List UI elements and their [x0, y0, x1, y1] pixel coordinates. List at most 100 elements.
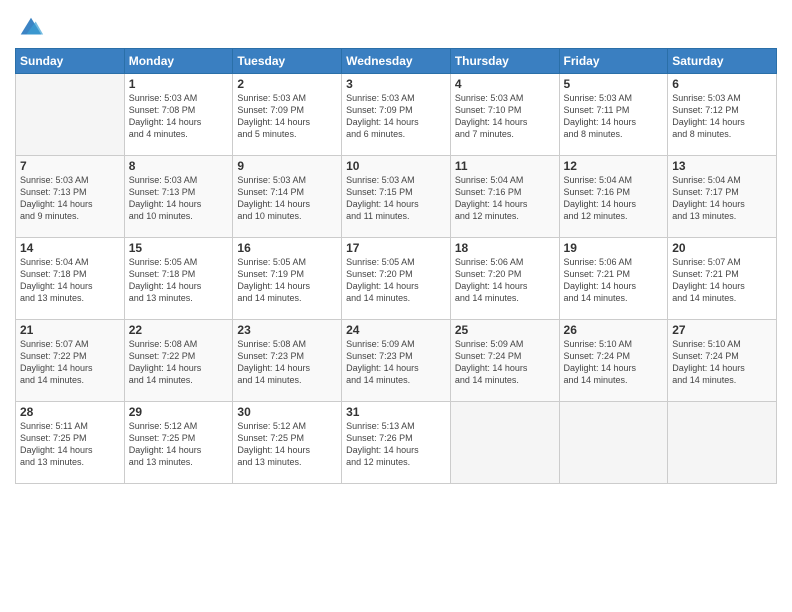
calendar-day-header: Sunday	[16, 49, 125, 74]
day-number: 15	[129, 241, 229, 255]
day-info: Sunrise: 5:04 AMSunset: 7:16 PMDaylight:…	[564, 174, 664, 223]
calendar-day-header: Saturday	[668, 49, 777, 74]
calendar-day-cell: 12Sunrise: 5:04 AMSunset: 7:16 PMDayligh…	[559, 156, 668, 238]
day-number: 19	[564, 241, 664, 255]
calendar-day-header: Tuesday	[233, 49, 342, 74]
day-number: 5	[564, 77, 664, 91]
calendar-day-cell: 26Sunrise: 5:10 AMSunset: 7:24 PMDayligh…	[559, 320, 668, 402]
day-info: Sunrise: 5:05 AMSunset: 7:18 PMDaylight:…	[129, 256, 229, 305]
calendar-day-cell: 13Sunrise: 5:04 AMSunset: 7:17 PMDayligh…	[668, 156, 777, 238]
day-number: 2	[237, 77, 337, 91]
calendar-day-cell: 8Sunrise: 5:03 AMSunset: 7:13 PMDaylight…	[124, 156, 233, 238]
day-number: 21	[20, 323, 120, 337]
calendar-day-cell: 23Sunrise: 5:08 AMSunset: 7:23 PMDayligh…	[233, 320, 342, 402]
day-number: 8	[129, 159, 229, 173]
day-info: Sunrise: 5:03 AMSunset: 7:11 PMDaylight:…	[564, 92, 664, 141]
day-number: 18	[455, 241, 555, 255]
day-info: Sunrise: 5:07 AMSunset: 7:22 PMDaylight:…	[20, 338, 120, 387]
calendar-day-header: Wednesday	[342, 49, 451, 74]
day-info: Sunrise: 5:04 AMSunset: 7:16 PMDaylight:…	[455, 174, 555, 223]
day-number: 24	[346, 323, 446, 337]
day-number: 11	[455, 159, 555, 173]
day-info: Sunrise: 5:06 AMSunset: 7:20 PMDaylight:…	[455, 256, 555, 305]
day-number: 13	[672, 159, 772, 173]
day-number: 28	[20, 405, 120, 419]
day-info: Sunrise: 5:03 AMSunset: 7:14 PMDaylight:…	[237, 174, 337, 223]
day-info: Sunrise: 5:04 AMSunset: 7:17 PMDaylight:…	[672, 174, 772, 223]
day-number: 22	[129, 323, 229, 337]
calendar-day-header: Monday	[124, 49, 233, 74]
day-info: Sunrise: 5:03 AMSunset: 7:09 PMDaylight:…	[346, 92, 446, 141]
calendar-day-cell: 5Sunrise: 5:03 AMSunset: 7:11 PMDaylight…	[559, 74, 668, 156]
calendar-header-row: SundayMondayTuesdayWednesdayThursdayFrid…	[16, 49, 777, 74]
calendar-day-cell: 2Sunrise: 5:03 AMSunset: 7:09 PMDaylight…	[233, 74, 342, 156]
day-info: Sunrise: 5:03 AMSunset: 7:09 PMDaylight:…	[237, 92, 337, 141]
calendar-day-cell	[450, 402, 559, 484]
day-number: 12	[564, 159, 664, 173]
calendar-day-cell: 6Sunrise: 5:03 AMSunset: 7:12 PMDaylight…	[668, 74, 777, 156]
calendar-day-cell: 11Sunrise: 5:04 AMSunset: 7:16 PMDayligh…	[450, 156, 559, 238]
day-info: Sunrise: 5:12 AMSunset: 7:25 PMDaylight:…	[129, 420, 229, 469]
calendar-table: SundayMondayTuesdayWednesdayThursdayFrid…	[15, 48, 777, 484]
day-info: Sunrise: 5:10 AMSunset: 7:24 PMDaylight:…	[672, 338, 772, 387]
calendar-day-cell: 21Sunrise: 5:07 AMSunset: 7:22 PMDayligh…	[16, 320, 125, 402]
calendar-week-row: 28Sunrise: 5:11 AMSunset: 7:25 PMDayligh…	[16, 402, 777, 484]
day-number: 9	[237, 159, 337, 173]
day-info: Sunrise: 5:07 AMSunset: 7:21 PMDaylight:…	[672, 256, 772, 305]
calendar-day-cell	[559, 402, 668, 484]
calendar-day-cell: 7Sunrise: 5:03 AMSunset: 7:13 PMDaylight…	[16, 156, 125, 238]
page: SundayMondayTuesdayWednesdayThursdayFrid…	[0, 0, 792, 612]
day-number: 16	[237, 241, 337, 255]
day-info: Sunrise: 5:08 AMSunset: 7:22 PMDaylight:…	[129, 338, 229, 387]
day-number: 20	[672, 241, 772, 255]
calendar-day-cell: 24Sunrise: 5:09 AMSunset: 7:23 PMDayligh…	[342, 320, 451, 402]
calendar-day-cell: 27Sunrise: 5:10 AMSunset: 7:24 PMDayligh…	[668, 320, 777, 402]
calendar-week-row: 7Sunrise: 5:03 AMSunset: 7:13 PMDaylight…	[16, 156, 777, 238]
day-number: 14	[20, 241, 120, 255]
day-info: Sunrise: 5:08 AMSunset: 7:23 PMDaylight:…	[237, 338, 337, 387]
day-number: 4	[455, 77, 555, 91]
calendar-day-cell: 14Sunrise: 5:04 AMSunset: 7:18 PMDayligh…	[16, 238, 125, 320]
day-number: 6	[672, 77, 772, 91]
day-info: Sunrise: 5:09 AMSunset: 7:24 PMDaylight:…	[455, 338, 555, 387]
day-info: Sunrise: 5:05 AMSunset: 7:20 PMDaylight:…	[346, 256, 446, 305]
day-info: Sunrise: 5:04 AMSunset: 7:18 PMDaylight:…	[20, 256, 120, 305]
calendar-day-cell: 15Sunrise: 5:05 AMSunset: 7:18 PMDayligh…	[124, 238, 233, 320]
day-info: Sunrise: 5:09 AMSunset: 7:23 PMDaylight:…	[346, 338, 446, 387]
day-info: Sunrise: 5:06 AMSunset: 7:21 PMDaylight:…	[564, 256, 664, 305]
day-info: Sunrise: 5:13 AMSunset: 7:26 PMDaylight:…	[346, 420, 446, 469]
calendar-day-cell: 20Sunrise: 5:07 AMSunset: 7:21 PMDayligh…	[668, 238, 777, 320]
calendar-week-row: 14Sunrise: 5:04 AMSunset: 7:18 PMDayligh…	[16, 238, 777, 320]
calendar-week-row: 1Sunrise: 5:03 AMSunset: 7:08 PMDaylight…	[16, 74, 777, 156]
day-info: Sunrise: 5:03 AMSunset: 7:15 PMDaylight:…	[346, 174, 446, 223]
calendar-day-cell: 31Sunrise: 5:13 AMSunset: 7:26 PMDayligh…	[342, 402, 451, 484]
calendar-day-cell: 4Sunrise: 5:03 AMSunset: 7:10 PMDaylight…	[450, 74, 559, 156]
calendar-day-cell: 22Sunrise: 5:08 AMSunset: 7:22 PMDayligh…	[124, 320, 233, 402]
calendar-day-cell: 17Sunrise: 5:05 AMSunset: 7:20 PMDayligh…	[342, 238, 451, 320]
calendar-day-cell	[668, 402, 777, 484]
logo	[15, 14, 45, 42]
calendar-day-cell: 30Sunrise: 5:12 AMSunset: 7:25 PMDayligh…	[233, 402, 342, 484]
calendar-day-cell: 28Sunrise: 5:11 AMSunset: 7:25 PMDayligh…	[16, 402, 125, 484]
calendar-day-header: Friday	[559, 49, 668, 74]
day-number: 1	[129, 77, 229, 91]
calendar-day-cell	[16, 74, 125, 156]
day-number: 17	[346, 241, 446, 255]
day-number: 23	[237, 323, 337, 337]
day-number: 29	[129, 405, 229, 419]
header	[15, 10, 777, 42]
day-number: 31	[346, 405, 446, 419]
calendar-day-cell: 18Sunrise: 5:06 AMSunset: 7:20 PMDayligh…	[450, 238, 559, 320]
day-info: Sunrise: 5:11 AMSunset: 7:25 PMDaylight:…	[20, 420, 120, 469]
calendar-day-cell: 25Sunrise: 5:09 AMSunset: 7:24 PMDayligh…	[450, 320, 559, 402]
calendar-day-header: Thursday	[450, 49, 559, 74]
day-info: Sunrise: 5:03 AMSunset: 7:08 PMDaylight:…	[129, 92, 229, 141]
day-info: Sunrise: 5:10 AMSunset: 7:24 PMDaylight:…	[564, 338, 664, 387]
day-number: 7	[20, 159, 120, 173]
day-info: Sunrise: 5:05 AMSunset: 7:19 PMDaylight:…	[237, 256, 337, 305]
day-number: 27	[672, 323, 772, 337]
day-info: Sunrise: 5:12 AMSunset: 7:25 PMDaylight:…	[237, 420, 337, 469]
day-info: Sunrise: 5:03 AMSunset: 7:12 PMDaylight:…	[672, 92, 772, 141]
calendar-day-cell: 1Sunrise: 5:03 AMSunset: 7:08 PMDaylight…	[124, 74, 233, 156]
day-number: 30	[237, 405, 337, 419]
